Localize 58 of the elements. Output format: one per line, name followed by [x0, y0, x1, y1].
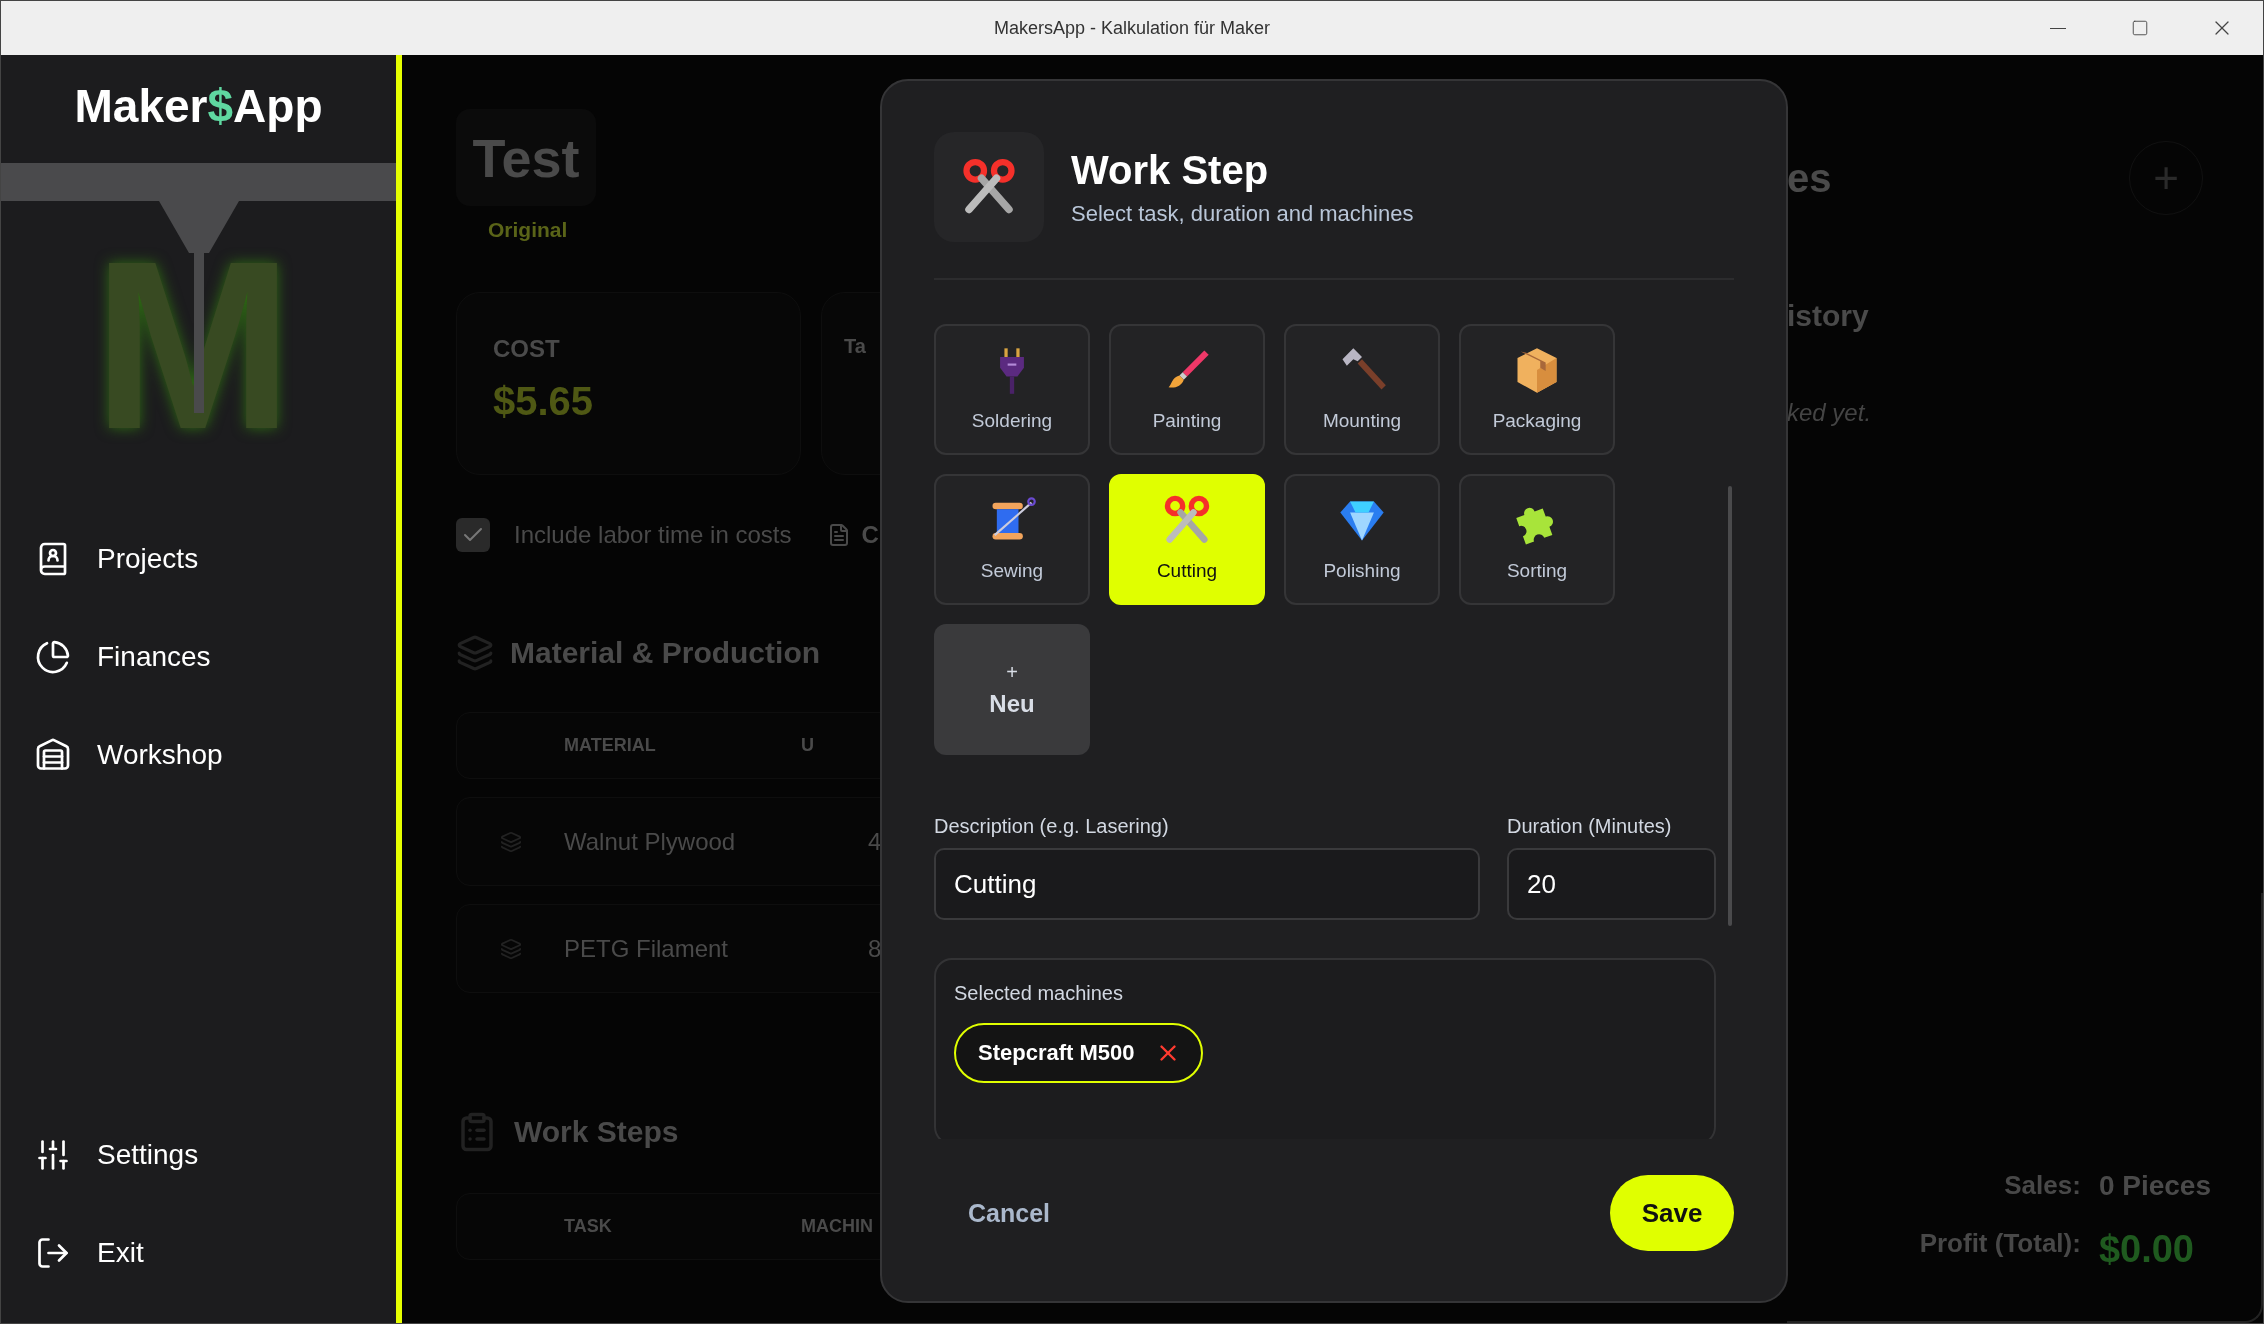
cost-value: $5.65 — [493, 379, 595, 424]
task-tile[interactable]: Sewing — [934, 474, 1090, 605]
scrollbar[interactable] — [1728, 486, 1732, 926]
task-tile[interactable]: Packaging — [1459, 324, 1615, 455]
profit-label: Profit (Total): — [1919, 1228, 2081, 1260]
nav-item[interactable]: Settings — [35, 1125, 396, 1185]
dialog-subtitle: Select task, duration and machines — [1071, 200, 1414, 227]
task-tile[interactable]: Cutting — [1109, 474, 1265, 605]
settings-icon — [35, 1137, 71, 1173]
machines-label: Selected machines — [954, 982, 1124, 1005]
profit-value: $0.00 — [2098, 1228, 2195, 1271]
dialog-title: Work Step — [1071, 147, 1270, 193]
variant-label: Original — [488, 218, 569, 242]
cost-label: COST — [493, 335, 561, 363]
column-header: TASK — [564, 1216, 613, 1237]
task-tile[interactable]: Painting — [1109, 324, 1265, 455]
sales-value: 0 Pieces — [2098, 1170, 2211, 1202]
history-heading: istory — [1787, 299, 1870, 333]
emblem-letter: M — [93, 225, 293, 465]
window-title: MakersApp - Kalkulation für Maker — [993, 17, 1271, 39]
task-tile[interactable]: Mounting — [1284, 324, 1440, 455]
field-label: Description (e.g. Lasering) — [934, 815, 1170, 838]
column-header: MACHIN — [801, 1216, 874, 1237]
machine-name: Stepcraft M500 — [978, 1040, 1135, 1066]
table-cell: 8 — [868, 934, 880, 963]
labor-checkbox[interactable] — [456, 518, 490, 552]
section-heading: Work Steps — [514, 1115, 679, 1149]
card-label: Ta — [844, 335, 867, 358]
table-cell-text: Walnut Plywood — [564, 827, 737, 856]
field-label: Duration (Minutes) — [1507, 815, 1673, 838]
table-cell-text: PETG Filament — [564, 934, 730, 963]
minimize-icon — [2050, 27, 2066, 29]
task-tile[interactable]: Soldering — [934, 324, 1090, 455]
section-heading: es — [1787, 155, 1832, 201]
duration-field[interactable]: 20 — [1507, 848, 1716, 920]
task-tile[interactable]: Polishing — [1284, 474, 1440, 605]
empty-history-text: ked yet. — [1787, 399, 1873, 427]
task-tile[interactable]: Sorting — [1459, 474, 1615, 605]
app-logo: Maker$App — [74, 79, 323, 134]
garage-icon — [35, 737, 71, 773]
checkbox-label: Include labor time in costs — [514, 521, 792, 549]
logout-icon — [35, 1235, 71, 1271]
project-title: Test — [456, 109, 596, 206]
description-field[interactable]: Cutting — [934, 848, 1480, 920]
save-button[interactable]: Save — [1610, 1175, 1734, 1251]
nav-item[interactable]: Finances — [35, 627, 396, 687]
nav-item[interactable]: Exit — [35, 1223, 396, 1283]
nav-item[interactable]: Projects — [35, 529, 396, 589]
column-header: U — [801, 735, 815, 756]
pie-chart-icon — [35, 639, 71, 675]
column-header: MATERIAL — [564, 735, 657, 756]
table-cell: 4 — [868, 827, 880, 856]
new-task-tile[interactable]: + Neu — [934, 624, 1090, 755]
sales-label: Sales: — [2003, 1170, 2081, 1202]
cancel-button[interactable]: Cancel — [934, 1198, 1050, 1228]
nav-item[interactable]: Workshop — [35, 725, 396, 785]
section-heading: Material & Production — [510, 636, 821, 670]
maximize-icon — [2131, 19, 2149, 37]
